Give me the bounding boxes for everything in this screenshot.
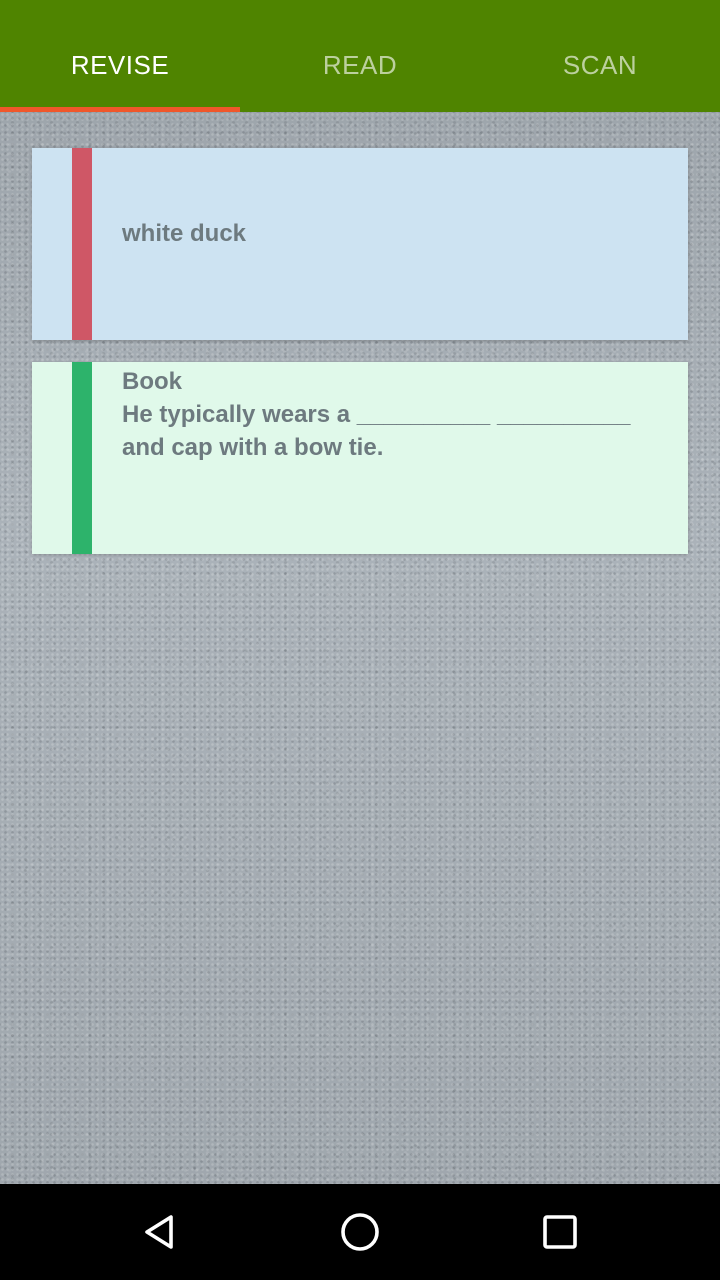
card-text: white duck: [122, 220, 247, 247]
tab-scan[interactable]: SCAN: [480, 0, 720, 112]
card-list[interactable]: white duck Book He typically wears a ___…: [0, 112, 720, 1184]
tab-revise-label: REVISE: [70, 50, 170, 80]
card-status-bar: [72, 362, 92, 554]
tab-bar: REVISE READ SCAN: [0, 0, 720, 112]
tab-revise[interactable]: REVISE: [0, 0, 240, 112]
card-status-bar: [72, 148, 92, 340]
system-navigation-bar: [0, 1184, 720, 1280]
revise-card[interactable]: Book He typically wears a __________ ___…: [32, 362, 688, 554]
home-icon[interactable]: [336, 1208, 384, 1256]
tab-read-label: READ: [322, 50, 398, 80]
tab-read[interactable]: READ: [240, 0, 480, 112]
tab-scan-label: SCAN: [562, 50, 638, 80]
recents-icon[interactable]: [536, 1208, 584, 1256]
back-icon[interactable]: [136, 1208, 184, 1256]
card-text: Book He typically wears a __________ ___…: [122, 368, 631, 461]
revise-card[interactable]: white duck: [32, 148, 688, 340]
